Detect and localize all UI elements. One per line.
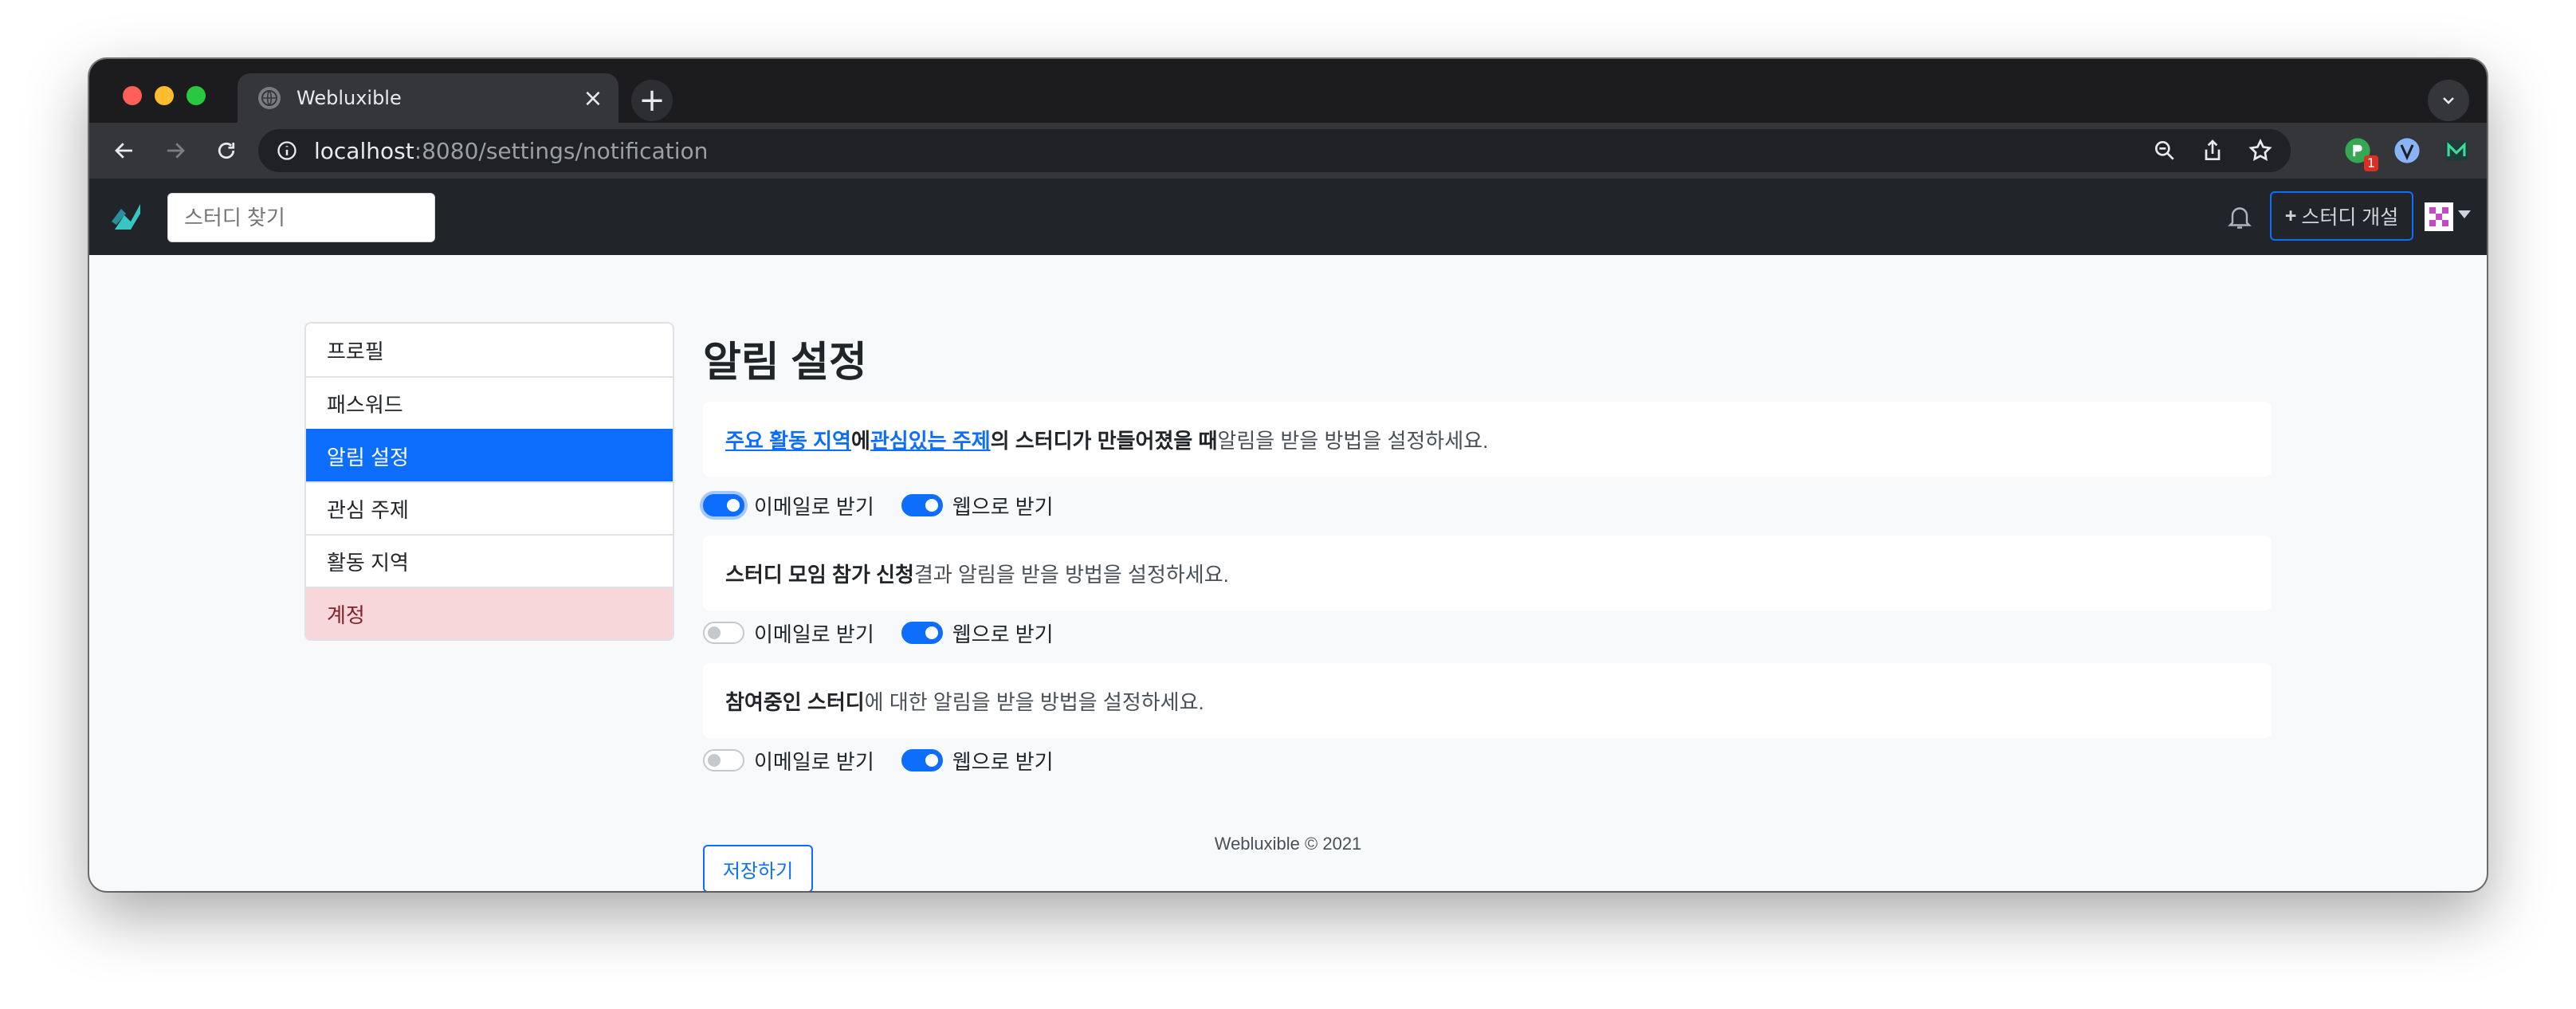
browser-window: Webluxible × + localhost:8080/settings/n… (89, 59, 2487, 891)
sidebar-item-zones[interactable]: 활동 지역 (306, 534, 673, 587)
sidebar-item-notifications[interactable]: 알림 설정 (306, 429, 673, 481)
sidebar-item-profile[interactable]: 프로필 (306, 324, 673, 376)
web-label: 웹으로 받기 (952, 749, 1054, 774)
share-icon[interactable] (2200, 138, 2225, 163)
email-label: 이메일로 받기 (754, 622, 874, 646)
info-icon[interactable] (276, 139, 298, 162)
extension-icon (2394, 138, 2420, 163)
enrollment-email-switch[interactable] (703, 622, 744, 644)
study-updated-web-switch[interactable] (901, 749, 943, 771)
email-label: 이메일로 받기 (754, 494, 874, 519)
identicon-icon (2425, 202, 2453, 231)
extension-m[interactable] (2441, 135, 2472, 167)
maximize-window-button[interactable] (187, 86, 206, 105)
extension-blue[interactable] (2391, 135, 2423, 167)
bell-icon[interactable] (2225, 202, 2254, 231)
address-bar[interactable]: localhost:8080/settings/notification (258, 129, 2291, 172)
browser-tab[interactable]: Webluxible × (238, 73, 618, 123)
new-study-button[interactable]: + 스터디 개설 (2270, 191, 2413, 241)
tags-link[interactable]: 관심있는 주제 (870, 425, 991, 454)
settings-sidebar: 프로필 패스워드 알림 설정 관심 주제 활동 지역 계정 (304, 322, 674, 641)
back-button[interactable] (108, 135, 140, 167)
extension-green[interactable]: 1 (2342, 135, 2378, 171)
study-created-web-switch[interactable] (901, 494, 943, 516)
study-created-options: 이메일로 받기 웹으로 받기 (703, 489, 1081, 521)
url-text: localhost:8080/settings/notification (314, 137, 709, 164)
sidebar-item-password[interactable]: 패스워드 (306, 376, 673, 429)
forward-button[interactable] (159, 135, 191, 167)
study-search-input[interactable] (167, 193, 435, 242)
sidebar-item-tags[interactable]: 관심 주제 (306, 481, 673, 534)
logo-icon[interactable] (108, 198, 147, 236)
zones-link[interactable]: 주요 활동 지역 (725, 425, 851, 454)
chevron-down-icon (2443, 97, 2454, 104)
extensions-area: 1 (2342, 123, 2487, 179)
footer: Webluxible © 2021 (1214, 834, 1362, 854)
tab-title: Webluxible (296, 87, 402, 109)
page-title: 알림 설정 (703, 339, 867, 386)
web-label: 웹으로 받기 (952, 622, 1054, 646)
notification-settings-form: 알림 설정 주요 활동 지역 에 관심있는 주제 의 스터디가 만들어졌을 때 … (703, 322, 2272, 891)
extension-icon (2444, 140, 2468, 161)
tab-strip: Webluxible × + (89, 59, 2487, 123)
reload-button[interactable] (210, 135, 242, 167)
web-label: 웹으로 받기 (952, 494, 1054, 519)
profile-dropdown-caret[interactable] (2458, 210, 2471, 218)
reload-icon (218, 142, 235, 159)
enrollment-options: 이메일로 받기 웹으로 받기 (703, 617, 1081, 649)
browser-toolbar: localhost:8080/settings/notification 1 (89, 123, 2487, 179)
plus-icon: + (2284, 204, 2297, 227)
new-tab-button[interactable]: + (631, 80, 673, 121)
email-label: 이메일로 받기 (754, 749, 874, 774)
enrollment-info: 스터디 모임 참가 신청 결과 알림을 받을 방법을 설정하세요. (703, 536, 2272, 611)
bookmark-star-icon[interactable] (2248, 138, 2273, 163)
study-created-email-switch[interactable] (703, 494, 744, 516)
study-updated-options: 이메일로 받기 웹으로 받기 (703, 744, 1081, 776)
user-avatar[interactable] (2425, 202, 2453, 231)
minimize-window-button[interactable] (155, 86, 174, 105)
arrow-right-icon (167, 143, 185, 159)
new-study-label: 스터디 개설 (2301, 206, 2399, 229)
close-window-button[interactable] (123, 86, 142, 105)
study-created-info: 주요 활동 지역 에 관심있는 주제 의 스터디가 만들어졌을 때 알림을 받을… (703, 402, 2272, 477)
tab-search-button[interactable] (2428, 80, 2469, 121)
site-navbar: + 스터디 개설 (89, 179, 2487, 255)
globe-icon (258, 87, 281, 109)
extension-badge: 1 (2363, 155, 2378, 171)
sidebar-item-account[interactable]: 계정 (306, 587, 673, 639)
study-updated-info: 참여중인 스터디 에 대한 알림을 받을 방법을 설정하세요. (703, 663, 2272, 738)
arrow-left-icon (115, 143, 132, 159)
zoom-out-icon[interactable] (2152, 138, 2177, 163)
study-updated-email-switch[interactable] (703, 749, 744, 771)
tab-close-icon[interactable]: × (577, 82, 609, 114)
enrollment-web-switch[interactable] (901, 622, 943, 644)
